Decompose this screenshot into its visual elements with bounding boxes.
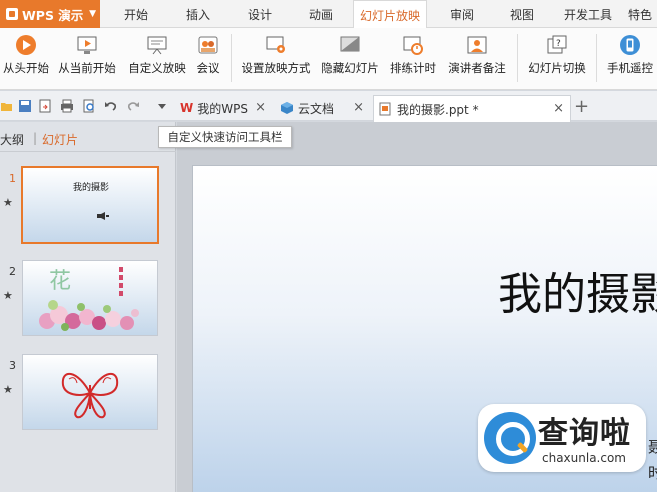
phone-remote-label: 手机遥控 <box>607 61 653 75</box>
slide-transition-icon: ? <box>547 35 567 54</box>
ribbon-divider <box>596 34 597 82</box>
slide-thumbnail[interactable]: 花 <box>22 260 158 336</box>
thumbnail-title: 我的摄影 <box>73 183 110 193</box>
slide-number: 3 <box>9 359 16 372</box>
watermark-url: chaxunla.com <box>542 451 626 465</box>
animation-star-icon: ★ <box>3 383 13 396</box>
app-menu-button[interactable]: WPS 演示 ▼ <box>0 0 100 28</box>
start-from-beginning-button[interactable]: 从头开始 <box>0 30 52 88</box>
rehearse-timing-button[interactable]: 排练计时 <box>387 30 439 88</box>
rehearse-timing-label: 排练计时 <box>390 61 436 75</box>
slide-subtitle-fragment: 时 <box>648 462 657 483</box>
custom-show-label: 自定义放映 <box>128 61 186 75</box>
start-from-beginning-label: 从头开始 <box>3 61 49 75</box>
print-preview-icon[interactable] <box>82 99 96 113</box>
custom-show-button[interactable]: 自定义放映 <box>125 30 189 88</box>
tab-animation[interactable]: 动画 <box>295 0 347 28</box>
redo-icon[interactable] <box>126 99 140 113</box>
menu-bar: WPS 演示 ▼ 开始 插入 设计 动画 幻灯片放映 审阅 视图 开发工具 特色 <box>0 0 657 29</box>
watermark-logo: 查询啦 chaxunla.com <box>478 404 646 472</box>
chevron-down-icon: ▼ <box>89 9 96 19</box>
tab-slideshow[interactable]: 幻灯片放映 <box>353 0 427 29</box>
ribbon: 从头开始 从当前开始 自定义放映 会议 设置放映方式 隐藏幻灯片 排练计时 演讲… <box>0 28 657 90</box>
slide-transition-label: 幻灯片切换 <box>528 61 586 75</box>
doc-tab-active-ppt[interactable]: 我的摄影.ppt * × <box>373 95 571 122</box>
speaker-notes-label: 演讲者备注 <box>448 61 506 75</box>
cloud-doc-icon <box>281 102 293 114</box>
play-circle-icon <box>16 35 36 55</box>
undo-icon[interactable] <box>104 99 118 113</box>
magnifier-icon <box>484 412 536 464</box>
tab-insert[interactable]: 插入 <box>172 0 224 28</box>
slideshow-settings-label: 设置放映方式 <box>241 61 311 75</box>
quick-access-bar: W 我的WPS × 云文档 × 我的摄影.ppt * × <box>0 91 657 122</box>
slide-panel: 大纲 | 幻灯片 1 ★ 我的摄影 2 ★ 花 3 ★ <box>0 122 176 492</box>
slide-transition-button[interactable]: ? 幻灯片切换 <box>524 30 590 88</box>
close-icon[interactable]: × <box>353 100 364 115</box>
start-from-current-button[interactable]: 从当前开始 <box>55 30 119 88</box>
ribbon-divider <box>231 34 232 82</box>
rehearse-timing-icon <box>403 36 423 55</box>
slide-title[interactable]: 我的摄影 <box>498 258 657 322</box>
meeting-icon <box>198 36 218 54</box>
speaker-notes-button[interactable]: 演讲者备注 <box>444 30 510 88</box>
close-icon[interactable]: × <box>255 100 266 115</box>
slideshow-settings-button[interactable]: 设置放映方式 <box>238 30 314 88</box>
tab-review[interactable]: 审阅 <box>437 0 487 28</box>
panel-tabs: 大纲 | 幻灯片 <box>0 122 176 152</box>
hide-slide-icon <box>340 36 360 52</box>
flower-bouquet-image <box>39 300 139 331</box>
phone-remote-icon <box>620 35 640 55</box>
save-icon[interactable] <box>18 99 32 113</box>
hide-slide-button[interactable]: 隐藏幻灯片 <box>318 30 382 88</box>
hide-slide-label: 隐藏幻灯片 <box>321 61 379 75</box>
svg-text:?: ? <box>556 39 561 49</box>
phone-remote-button[interactable]: 手机遥控 <box>603 30 657 88</box>
panel-tab-divider: | <box>33 131 38 145</box>
app-title: WPS 演示 <box>22 7 84 23</box>
open-folder-icon[interactable] <box>0 99 14 113</box>
slide-thumbnail[interactable] <box>22 354 158 430</box>
export-icon[interactable] <box>38 99 52 113</box>
tooltip: 自定义快速访问工具栏 <box>158 126 292 148</box>
slide-subtitle-fragment: 聂 <box>648 436 657 457</box>
animation-star-icon: ★ <box>3 196 13 209</box>
play-from-current-icon <box>77 36 97 54</box>
tab-slides[interactable]: 幻灯片 <box>42 131 78 148</box>
speaker-notes-icon <box>467 36 487 54</box>
new-tab-plus-icon[interactable]: + <box>574 96 589 117</box>
close-icon[interactable]: × <box>553 101 564 116</box>
customize-toolbar-dropdown-icon[interactable] <box>155 99 169 113</box>
ppt-file-icon <box>379 102 391 116</box>
wps-logo-icon <box>6 8 18 20</box>
slide-number: 1 <box>9 172 16 185</box>
start-from-current-label: 从当前开始 <box>58 61 116 75</box>
doc-tab-my-wps-label: 我的WPS <box>197 101 248 116</box>
wps-logo-icon: W <box>180 101 194 115</box>
meeting-label: 会议 <box>196 61 220 75</box>
tab-home[interactable]: 开始 <box>110 0 162 28</box>
doc-tab-active-label: 我的摄影.ppt * <box>397 102 479 117</box>
doc-tab-my-wps[interactable]: W 我的WPS × <box>176 95 272 121</box>
thumbnail-audio-icon <box>97 212 109 220</box>
tab-features[interactable]: 特色 <box>628 0 657 28</box>
slideshow-settings-icon <box>266 36 285 53</box>
print-icon[interactable] <box>60 99 74 113</box>
doc-tab-cloud[interactable]: 云文档 × <box>276 95 370 121</box>
tab-design[interactable]: 设计 <box>234 0 286 28</box>
animation-star-icon: ★ <box>3 289 13 302</box>
tab-developer[interactable]: 开发工具 <box>557 0 619 28</box>
tab-view[interactable]: 视图 <box>497 0 547 28</box>
slide-number: 2 <box>9 265 16 278</box>
doc-tab-cloud-label: 云文档 <box>298 101 335 116</box>
tab-outline[interactable]: 大纲 <box>0 131 24 148</box>
custom-show-icon <box>147 36 167 55</box>
ribbon-divider <box>517 34 518 82</box>
watermark-title: 查询啦 <box>538 416 631 451</box>
butterfly-papercut-image <box>61 373 119 419</box>
slide-thumbnail[interactable]: 我的摄影 <box>21 166 159 244</box>
meeting-button[interactable]: 会议 <box>193 30 223 88</box>
